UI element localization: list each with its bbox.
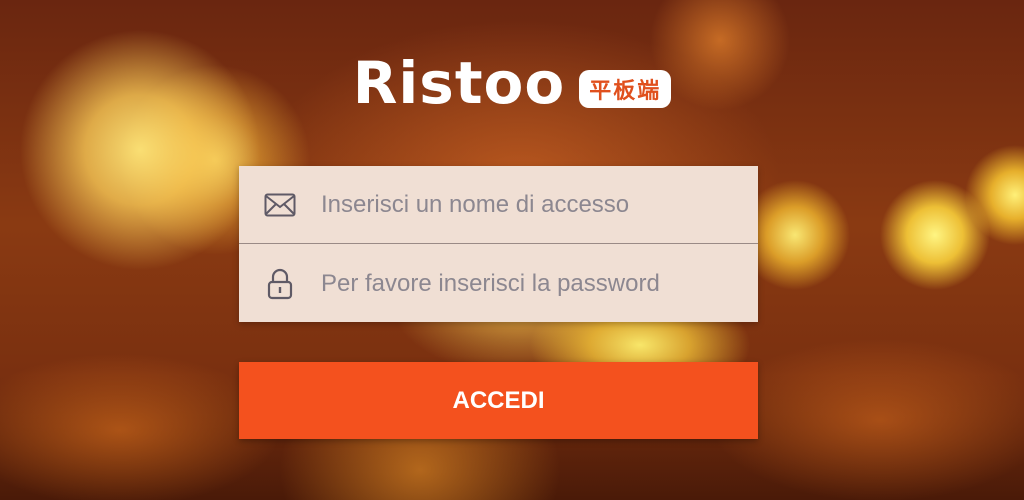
login-button[interactable]: ACCEDI [239,362,758,439]
envelope-icon [263,188,297,222]
tablet-badge: 平板端 [579,70,672,108]
login-form [239,166,758,322]
username-input[interactable] [321,190,741,219]
brand-logo: Ristoo 平板端 [353,54,672,112]
app-logo-text: Ristoo [352,49,566,117]
password-row [239,245,758,322]
lock-icon [263,267,297,301]
password-input[interactable] [321,269,741,298]
username-row [239,166,758,244]
brand-header: Ristoo 平板端 [0,54,1024,112]
